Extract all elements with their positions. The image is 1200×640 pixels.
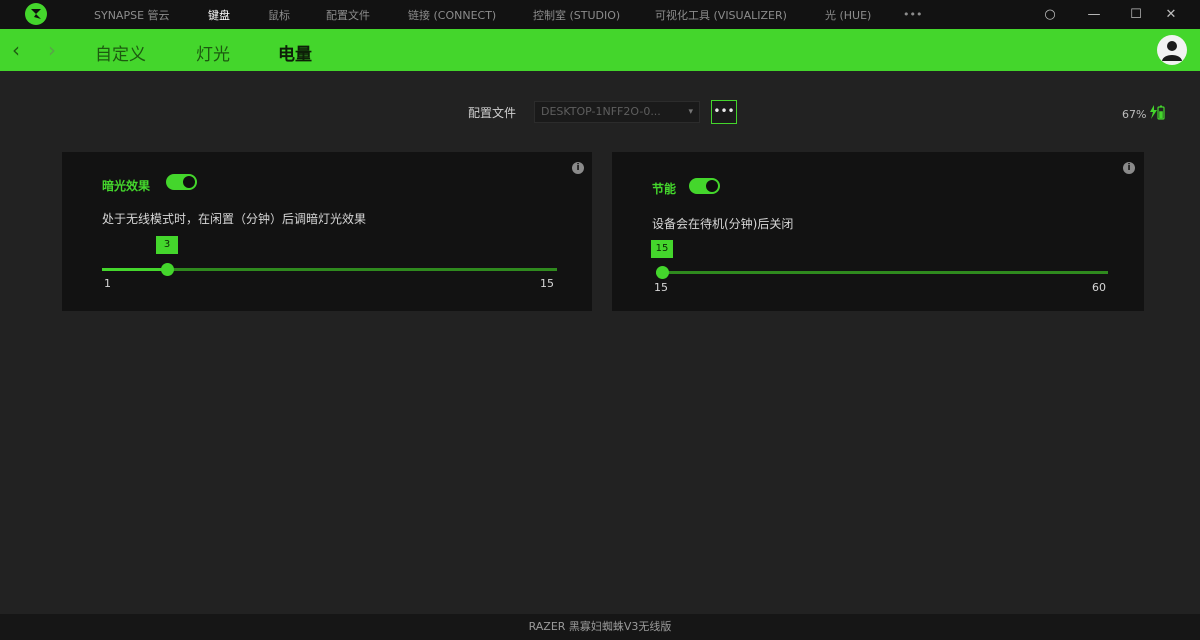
power-saving-slider-value: 15 [651,240,673,258]
nav-synapse[interactable]: SYNAPSE 管云 [94,7,208,23]
maximize-button[interactable]: ☐ [1121,0,1151,29]
chevron-down-icon: ▾ [688,107,693,117]
nav-keyboard[interactable]: 键盘 [208,7,268,23]
power-saving-slider-thumb[interactable] [655,266,669,279]
profile-dropdown[interactable]: DESKTOP-1NFF2O-0... ▾ [534,101,700,123]
minimize-button[interactable]: — [1079,0,1109,29]
user-avatar-icon[interactable] [1157,35,1187,65]
info-icon[interactable]: i [572,162,584,174]
nav-hue[interactable]: 光 (HUE) [825,7,903,23]
dim-lighting-slider-min: 1 [104,277,111,290]
nav-connect[interactable]: 链接 (CONNECT) [408,7,533,23]
nav-mouse[interactable]: 鼠标 [268,7,326,23]
tab-power[interactable]: 电量 [278,40,312,65]
power-saving-panel: i 节能 设备会在待机(分钟)后关闭 15 15 60 [612,152,1144,311]
power-saving-toggle[interactable] [689,178,720,194]
power-saving-slider-track[interactable] [656,271,1108,274]
profile-more-button[interactable]: ••• [711,100,737,124]
dim-lighting-slider-value: 3 [156,236,178,254]
back-arrow-icon[interactable]: ‹ [12,38,20,62]
profile-selected-value: DESKTOP-1NFF2O-0... [541,105,661,118]
nav-more[interactable]: ••• [903,8,923,21]
nav-visualizer[interactable]: 可视化工具 (VISUALIZER) [655,7,825,23]
top-nav: SYNAPSE 管云 键盘 鼠标 配置文件 链接 (CONNECT) 控制室 (… [94,0,923,29]
power-saving-title: 节能 [652,182,677,196]
forward-arrow-icon[interactable]: › [48,38,56,62]
nav-profiles[interactable]: 配置文件 [326,7,408,23]
dim-lighting-toggle[interactable] [166,174,197,190]
tab-lighting[interactable]: 灯光 [196,40,230,65]
battery-percent: 67% [1122,107,1147,121]
record-icon[interactable]: ○ [1035,0,1065,29]
info-icon[interactable]: i [1123,162,1135,174]
tab-customize[interactable]: 自定义 [95,40,146,65]
dim-lighting-slider-thumb[interactable] [160,263,174,276]
close-button[interactable]: ✕ [1156,0,1186,29]
dim-lighting-panel: i 暗光效果 处于无线模式时，在闲置（分钟）后调暗灯光效果 3 1 15 [62,152,592,311]
profile-label: 配置文件 [468,106,517,120]
title-bar: SYNAPSE 管云 键盘 鼠标 配置文件 链接 (CONNECT) 控制室 (… [0,0,1200,29]
power-saving-slider-max: 60 [1092,281,1106,294]
razer-logo-icon [25,3,47,25]
battery-status: 67% [1122,104,1166,124]
nav-studio[interactable]: 控制室 (STUDIO) [533,7,655,23]
sub-nav-bar: ‹ › 自定义 灯光 电量 [0,29,1200,71]
power-saving-slider-min: 15 [654,281,668,294]
device-name-footer: RAZER 黑寡妇蜘蛛V3无线版 [0,614,1200,640]
dim-lighting-title: 暗光效果 [102,179,151,193]
dim-lighting-slider-max: 15 [540,277,554,290]
power-saving-description: 设备会在待机(分钟)后关闭 [652,217,794,231]
battery-charging-icon [1149,104,1166,124]
dim-lighting-description: 处于无线模式时，在闲置（分钟）后调暗灯光效果 [102,212,367,226]
